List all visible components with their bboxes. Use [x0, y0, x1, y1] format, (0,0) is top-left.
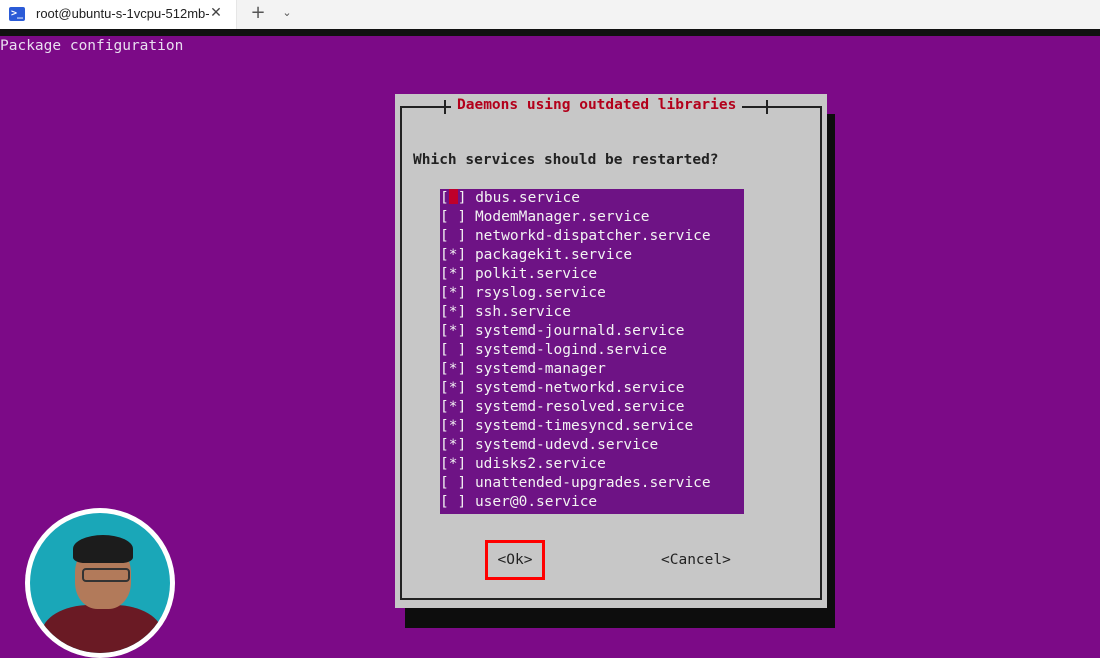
- checkbox-unchecked[interactable]: [ ]: [440, 494, 466, 510]
- service-item[interactable]: [*] udisks2.service: [440, 455, 606, 474]
- checkbox-checked[interactable]: [*]: [440, 418, 466, 434]
- dialog-question: Which services should be restarted?: [413, 152, 719, 168]
- checkbox-checked[interactable]: [*]: [440, 399, 466, 415]
- service-item[interactable]: [*] ssh.service: [440, 303, 571, 322]
- checkbox-checked[interactable]: [*]: [440, 285, 466, 301]
- service-name: systemd-logind.service: [474, 342, 667, 358]
- presenter-video: [30, 513, 170, 653]
- checkbox-unchecked[interactable]: [ ]: [440, 209, 466, 225]
- service-name: user@0.service: [474, 494, 598, 510]
- dialog-title: Daemons using outdated libraries: [451, 97, 743, 113]
- service-name: polkit.service: [474, 266, 598, 282]
- service-name: ssh.service: [474, 304, 571, 320]
- service-name: systemd-manager: [474, 361, 606, 377]
- service-name: systemd-udevd.service: [474, 437, 659, 453]
- terminal-tab[interactable]: >_ root@ubuntu-s-1vcpu-512mb- ✕: [0, 0, 237, 29]
- service-item[interactable]: [*] systemd-manager: [440, 360, 606, 379]
- service-name: dbus.service: [475, 190, 580, 206]
- checkbox-checked[interactable]: [*]: [440, 266, 466, 282]
- chevron-down-icon[interactable]: ⌄: [279, 4, 295, 22]
- checkbox-checked[interactable]: [*]: [440, 304, 466, 320]
- window-divider: [0, 29, 1100, 36]
- window-tab-bar: >_ root@ubuntu-s-1vcpu-512mb- ✕ + ⌄: [0, 0, 1100, 30]
- checkbox-checked[interactable]: [*]: [440, 247, 466, 263]
- service-name: rsyslog.service: [474, 285, 606, 301]
- checkbox-checked[interactable]: [*]: [440, 380, 466, 396]
- checkbox-checked[interactable]: [*]: [440, 361, 466, 377]
- terminal-icon: >_: [9, 7, 25, 21]
- service-name: networkd-dispatcher.service: [474, 228, 711, 244]
- service-item[interactable]: [ ] ModemManager.service: [440, 208, 650, 227]
- service-item[interactable]: [*] systemd-journald.service: [440, 322, 684, 341]
- webcam-overlay: [25, 508, 175, 658]
- service-item[interactable]: [*] packagekit.service: [440, 246, 632, 265]
- service-item[interactable]: [*] systemd-resolved.service: [440, 398, 684, 417]
- service-name: systemd-timesyncd.service: [474, 418, 694, 434]
- ok-button[interactable]: <Ok>: [485, 540, 545, 580]
- close-icon[interactable]: ✕: [207, 4, 225, 22]
- presenter-body: [42, 605, 162, 653]
- services-checklist[interactable]: [] dbus.service[ ] ModemManager.service[…: [440, 189, 744, 514]
- restart-services-dialog: Daemons using outdated libraries Which s…: [395, 94, 827, 608]
- cancel-button[interactable]: <Cancel>: [661, 552, 731, 568]
- title-bracket-left: [444, 100, 446, 114]
- checkbox-checked[interactable]: [*]: [440, 456, 466, 472]
- service-item[interactable]: [ ] networkd-dispatcher.service: [440, 227, 711, 246]
- text-cursor: [448, 189, 458, 204]
- checkbox-checked[interactable]: [*]: [440, 437, 466, 453]
- service-item[interactable]: [*] polkit.service: [440, 265, 597, 284]
- service-name: ModemManager.service: [474, 209, 650, 225]
- service-name: systemd-networkd.service: [474, 380, 685, 396]
- checkbox-checked[interactable]: [*]: [440, 323, 466, 339]
- service-name: systemd-journald.service: [474, 323, 685, 339]
- service-item[interactable]: [ ] systemd-logind.service: [440, 341, 667, 360]
- service-item[interactable]: [*] systemd-timesyncd.service: [440, 417, 693, 436]
- service-item[interactable]: [*] systemd-udevd.service: [440, 436, 658, 455]
- tab-title: root@ubuntu-s-1vcpu-512mb-: [36, 6, 210, 21]
- presenter-glasses: [82, 568, 130, 582]
- service-name: udisks2.service: [474, 456, 606, 472]
- service-item[interactable]: [*] systemd-networkd.service: [440, 379, 684, 398]
- service-name: unattended-upgrades.service: [474, 475, 711, 491]
- presenter-hair: [73, 535, 133, 563]
- checkbox-unchecked[interactable]: []: [440, 189, 466, 206]
- checkbox-unchecked[interactable]: [ ]: [440, 475, 466, 491]
- new-tab-button[interactable]: +: [248, 3, 268, 23]
- checkbox-unchecked[interactable]: [ ]: [440, 228, 466, 244]
- service-item[interactable]: [] dbus.service: [440, 189, 580, 208]
- package-configuration-header: Package configuration: [0, 38, 184, 54]
- title-bracket-right: [766, 100, 768, 114]
- checkbox-unchecked[interactable]: [ ]: [440, 342, 466, 358]
- service-item[interactable]: [*] rsyslog.service: [440, 284, 606, 303]
- service-name: packagekit.service: [474, 247, 633, 263]
- service-item[interactable]: [ ] unattended-upgrades.service: [440, 474, 711, 493]
- service-name: systemd-resolved.service: [474, 399, 685, 415]
- service-item[interactable]: [ ] user@0.service: [440, 493, 597, 512]
